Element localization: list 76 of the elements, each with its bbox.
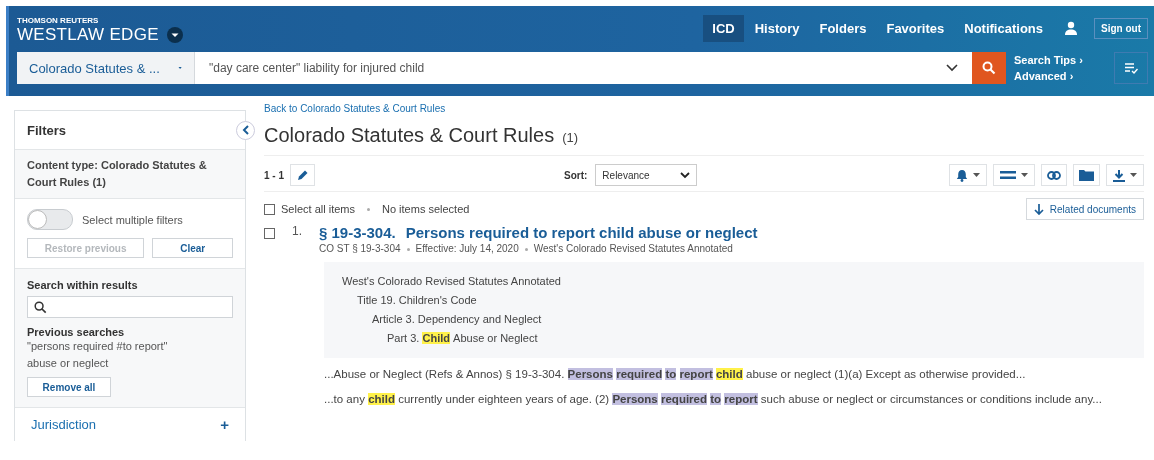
- link-button[interactable]: [1041, 164, 1067, 186]
- user-icon[interactable]: [1064, 21, 1078, 35]
- download-icon: [1113, 168, 1125, 182]
- search-tips-link[interactable]: Search Tips ›: [1014, 52, 1106, 68]
- expand-button[interactable]: +: [220, 416, 229, 433]
- select-all-checkbox[interactable]: [264, 203, 275, 215]
- nav-link[interactable]: ICD: [703, 14, 744, 42]
- separator-dot: [367, 207, 370, 211]
- result-range: 1 - 1: [264, 169, 284, 181]
- caret-icon[interactable]: [166, 26, 183, 43]
- list-check-button[interactable]: [1114, 52, 1148, 84]
- brand-subtitle: THOMSON REUTERS: [17, 15, 100, 25]
- pencil-button[interactable]: [290, 164, 315, 186]
- caret-icon: [1021, 172, 1028, 178]
- hierarchy-line: Part 3. Child Abuse or Neglect: [386, 331, 539, 346]
- search-within-label: Search within results: [27, 279, 139, 291]
- scope-dropdown[interactable]: Colorado Statutes & ...: [17, 52, 195, 84]
- search-icon: [982, 61, 996, 75]
- collapse-button[interactable]: [236, 120, 255, 140]
- toggle-switch[interactable]: [27, 209, 73, 230]
- citation-text: Effective: July 14, 2020: [415, 243, 519, 254]
- nav-link[interactable]: Folders: [810, 14, 876, 42]
- list-check-icon: [1124, 62, 1138, 74]
- search-icon: [34, 300, 47, 314]
- sort-dropdown[interactable]: Relevance: [595, 164, 698, 186]
- related-documents-button[interactable]: Related documents: [1025, 198, 1144, 220]
- search-field[interactable]: "day care center" liability for injured child: [195, 61, 946, 75]
- folder-icon: [1079, 169, 1094, 181]
- hierarchy-line: Title 19. Children's Code: [356, 293, 478, 308]
- select-all-label: Select all items: [281, 203, 355, 215]
- result-count: (1): [562, 130, 579, 145]
- chevron-down-icon[interactable]: [946, 64, 958, 72]
- caret-icon: [973, 172, 980, 178]
- bell-icon: [956, 168, 968, 182]
- clear-button[interactable]: Clear: [152, 238, 233, 258]
- view-options-button[interactable]: [993, 164, 1035, 186]
- folder-button[interactable]: [1073, 164, 1100, 186]
- back-link[interactable]: Back to Colorado Statutes & Court Rules: [264, 103, 446, 114]
- result-title-link[interactable]: § 19-3-304. Persons required to report child abuse or neglect: [319, 224, 758, 241]
- nav-link[interactable]: Favorites: [877, 14, 954, 42]
- sort-label: Sort:: [564, 169, 588, 181]
- result-checkbox[interactable]: [264, 228, 275, 239]
- separator-dot: [406, 247, 410, 251]
- advanced-link[interactable]: Advanced ›: [1014, 68, 1106, 84]
- arrow-down-icon: [1033, 203, 1044, 215]
- download-button[interactable]: [1106, 164, 1144, 186]
- caret-icon: [177, 65, 182, 71]
- result-number: 1.: [291, 224, 303, 238]
- nav-link[interactable]: Notifications: [955, 14, 1052, 42]
- page-title: Colorado Statutes & Court Rules: [264, 124, 555, 147]
- snippet-text: ...Abuse or Neglect (Refs & Annos) § 19-3-304. Persons required to report child abuse or neglect (1)(a) Except as otherwise provided...: [324, 367, 1027, 382]
- citation-text: West's Colorado Revised Statutes Annotated: [533, 243, 733, 254]
- hierarchy-line: Article 3. Dependency and Neglect: [371, 312, 543, 327]
- lines-icon: [1000, 170, 1016, 180]
- hierarchy-line: West's Colorado Revised Statutes Annotated: [342, 274, 562, 289]
- citation-text: CO ST § 19-3-304: [319, 243, 401, 254]
- pencil-icon: [296, 168, 309, 182]
- previous-search-text: "persons required #to report" abuse or neglect: [27, 339, 169, 371]
- previous-searches-label: Previous searches: [27, 326, 126, 338]
- link-icon: [1047, 170, 1061, 180]
- alert-button[interactable]: [949, 164, 987, 186]
- separator-dot: [524, 247, 528, 251]
- sign-out-button[interactable]: Sign out: [1094, 17, 1148, 39]
- jurisdiction-link[interactable]: Jurisdiction: [31, 417, 97, 432]
- search-button[interactable]: [972, 52, 1006, 84]
- brand-name: WESTLAW EDGE: [17, 24, 159, 45]
- chevron-down-icon: [680, 171, 691, 179]
- chevron-left-icon: [241, 125, 250, 135]
- toggle-label: Select multiple filters: [82, 213, 183, 226]
- caret-icon: [1130, 172, 1137, 178]
- snippet-text: ...to any child currently under eighteen years of age. (2) Persons required to report such abuse or neglect or circumstances or conditions include any...: [324, 392, 1103, 407]
- selection-status: No items selected: [382, 203, 470, 215]
- nav-link[interactable]: History: [745, 14, 809, 42]
- remove-all-button[interactable]: Remove all: [27, 377, 111, 397]
- search-within-field[interactable]: [27, 296, 233, 318]
- filters-title: Filters: [27, 122, 66, 138]
